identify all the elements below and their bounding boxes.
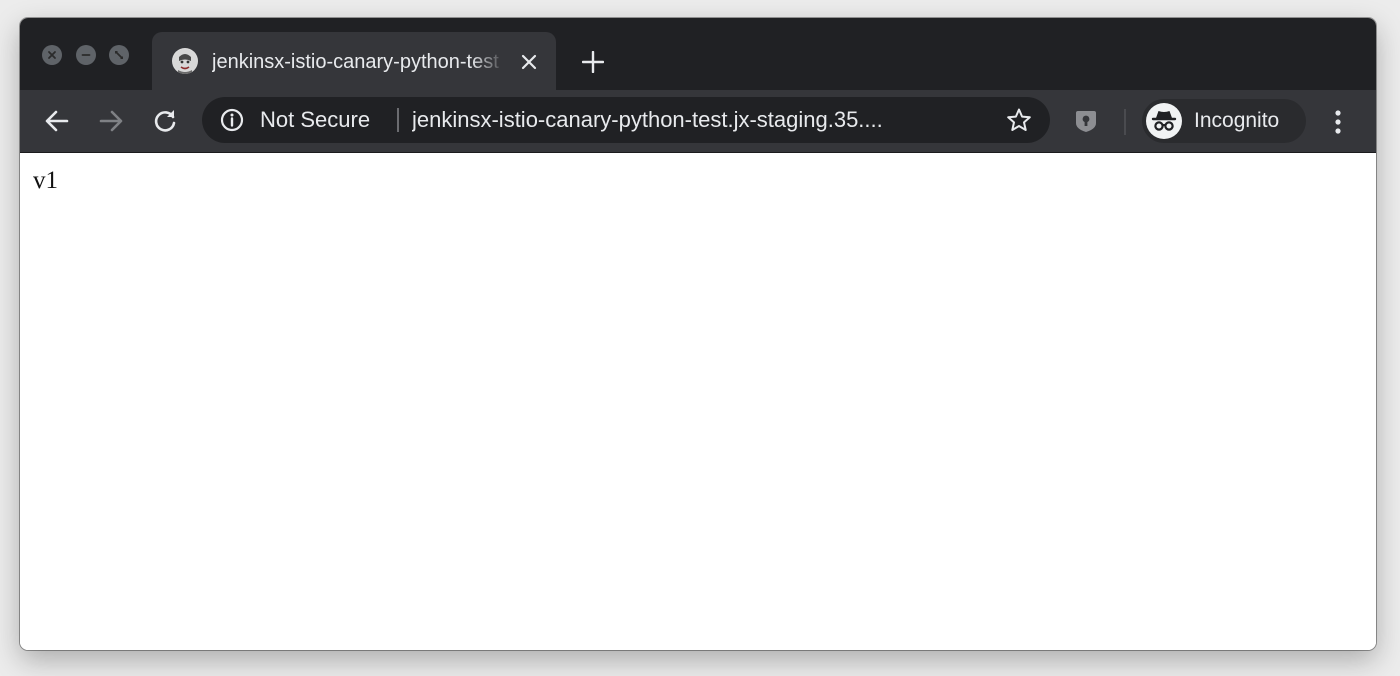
tab-active[interactable]: jenkinsx-istio-canary-python-test bbox=[152, 32, 556, 90]
info-icon[interactable] bbox=[220, 108, 244, 132]
forward-button[interactable] bbox=[94, 104, 128, 138]
password-manager-icon[interactable] bbox=[1072, 107, 1100, 135]
close-x-icon bbox=[48, 51, 56, 59]
more-vert-icon bbox=[1335, 110, 1341, 134]
address-bar[interactable]: Not Secure jenkinsx-istio-canary-python-… bbox=[202, 97, 1050, 143]
toolbar: Not Secure jenkinsx-istio-canary-python-… bbox=[20, 90, 1376, 153]
url-text[interactable]: jenkinsx-istio-canary-python-test.jx-sta… bbox=[412, 107, 972, 133]
incognito-icon bbox=[1146, 103, 1182, 139]
tab-close-button[interactable] bbox=[516, 49, 542, 75]
tab-title: jenkinsx-istio-canary-python-test bbox=[212, 51, 499, 73]
jenkins-icon bbox=[172, 48, 198, 74]
forward-arrow-icon bbox=[99, 110, 123, 132]
window-close-button[interactable] bbox=[42, 45, 62, 65]
back-button[interactable] bbox=[40, 104, 74, 138]
browser-window: jenkinsx-istio-canary-python-test Not Se… bbox=[20, 18, 1376, 650]
incognito-profile-button[interactable]: Incognito bbox=[1142, 99, 1306, 143]
minimize-icon bbox=[81, 54, 91, 56]
menu-button[interactable] bbox=[1326, 106, 1350, 138]
new-tab-button[interactable] bbox=[578, 47, 608, 77]
plus-icon bbox=[582, 51, 604, 73]
reload-button[interactable] bbox=[148, 104, 182, 138]
back-arrow-icon bbox=[45, 110, 69, 132]
reload-icon bbox=[154, 110, 176, 132]
security-status[interactable]: Not Secure bbox=[260, 107, 370, 133]
toolbar-divider bbox=[1124, 109, 1126, 135]
page-content: v1 bbox=[20, 153, 1376, 650]
incognito-label: Incognito bbox=[1194, 109, 1280, 132]
fullscreen-icon bbox=[115, 51, 123, 59]
window-fullscreen-button[interactable] bbox=[109, 45, 129, 65]
page-body-text: v1 bbox=[33, 167, 58, 194]
omnibox-divider bbox=[397, 108, 399, 132]
title-bar: jenkinsx-istio-canary-python-test bbox=[20, 18, 1376, 90]
star-icon[interactable] bbox=[1006, 107, 1032, 133]
window-minimize-button[interactable] bbox=[76, 45, 96, 65]
close-icon bbox=[521, 54, 537, 70]
